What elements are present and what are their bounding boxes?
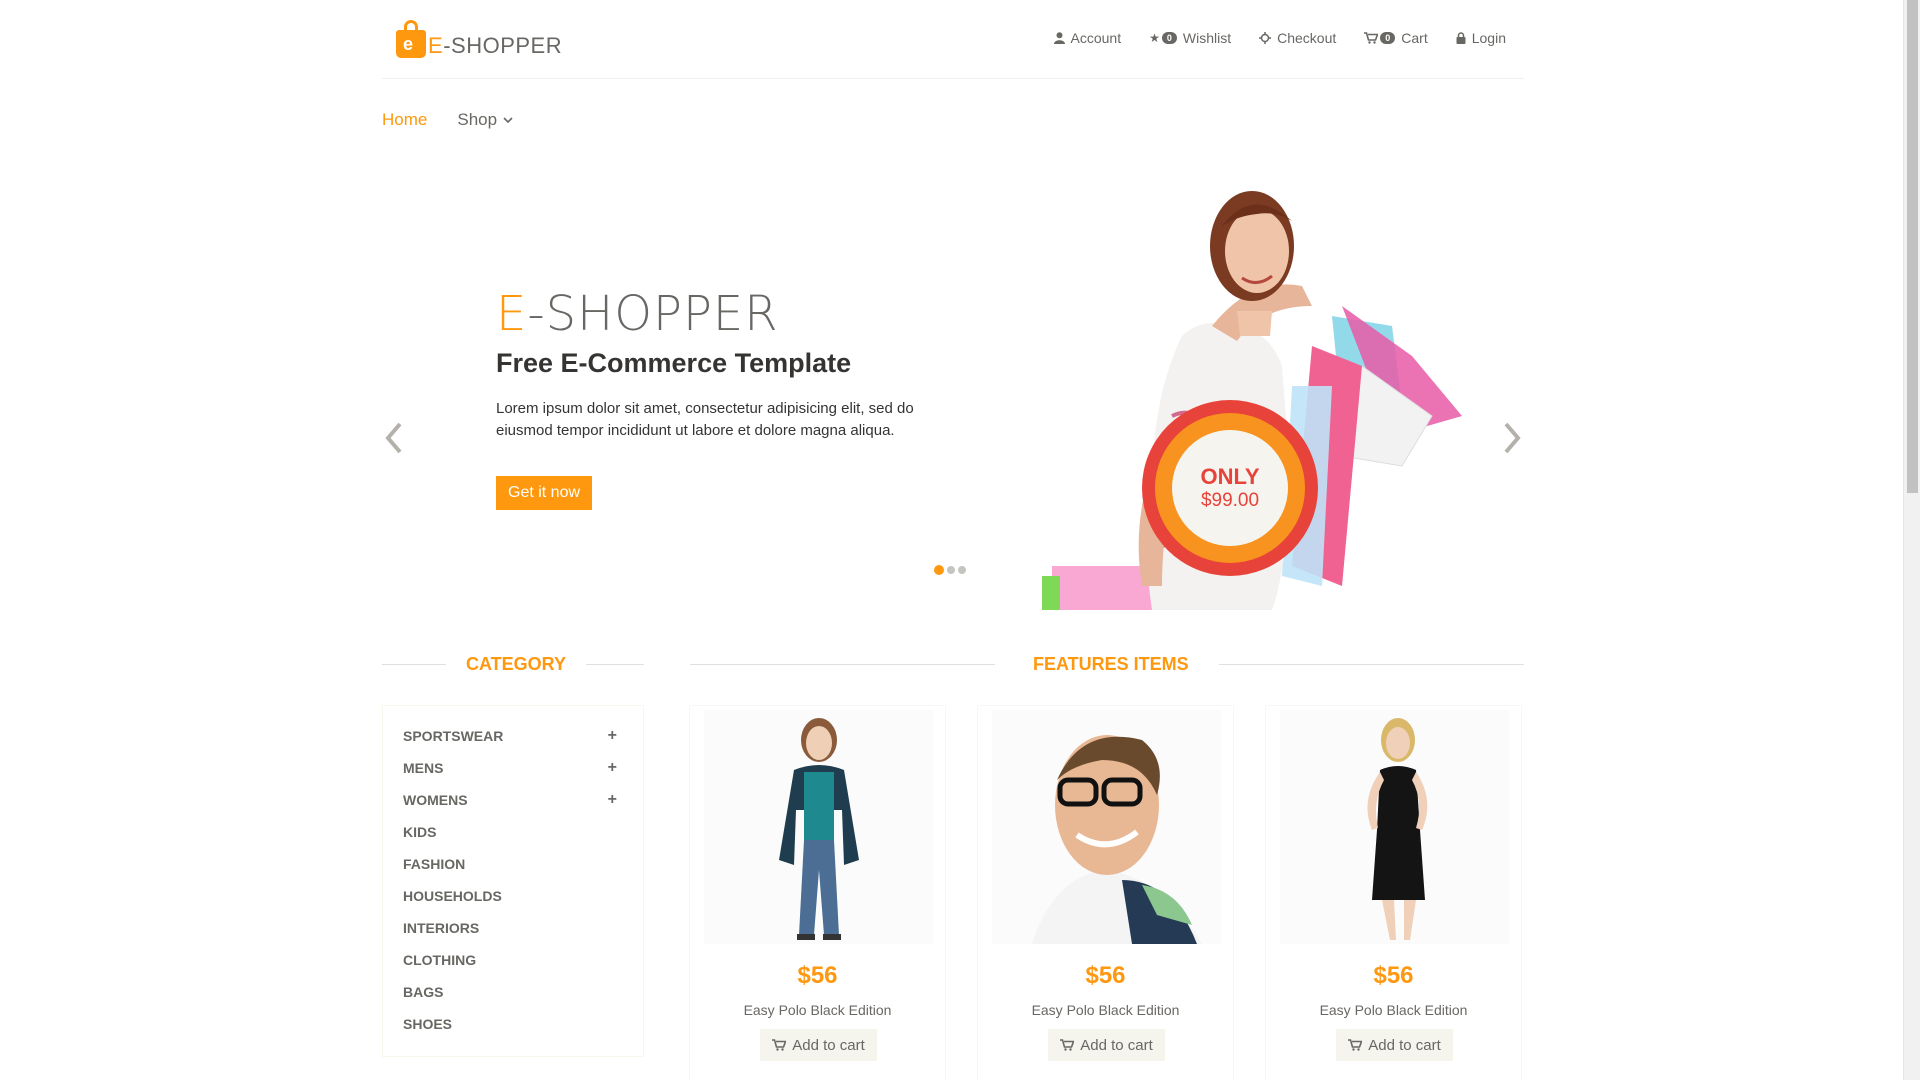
category-label: SPORTSWEAR <box>403 728 504 744</box>
category-label: HOUSEHOLDS <box>403 888 502 904</box>
account-label: Account <box>1070 30 1122 46</box>
badge-only-text: ONLY <box>1200 464 1260 489</box>
plus-icon[interactable]: + <box>608 791 617 809</box>
slide-title: E-SHOPPER <box>496 286 779 342</box>
product-price: $56 <box>1373 962 1414 989</box>
account-link[interactable]: Account <box>1053 30 1122 46</box>
cart-icon <box>1364 32 1379 44</box>
slider-dots <box>934 565 966 575</box>
features-title: FEATURES ITEMS <box>1033 654 1189 674</box>
checkout-link[interactable]: Checkout <box>1259 30 1336 46</box>
category-heading: CATEGORY <box>382 654 644 675</box>
chevron-down-icon <box>503 116 513 123</box>
add-to-cart-button[interactable]: Add to cart <box>1336 1029 1453 1061</box>
category-title: CATEGORY <box>466 654 567 674</box>
checkout-label: Checkout <box>1277 30 1337 46</box>
features-heading: FEATURES ITEMS <box>690 654 1524 675</box>
woman-cardigan-photo <box>779 718 859 940</box>
shopping-bag-logo-icon: e <box>396 20 426 58</box>
slide-subtitle: Free E-Commerce Template <box>496 348 852 378</box>
cart-icon <box>1060 1039 1075 1051</box>
product-card: $56 Easy Polo Black Edition Add to cart <box>1265 705 1522 1080</box>
product-image[interactable] <box>1280 710 1509 944</box>
category-label: KIDS <box>403 824 437 840</box>
logo-text: E-SHOPPER <box>428 33 563 58</box>
get-it-now-button[interactable]: Get it now <box>496 476 593 510</box>
badge-price-text: $99.00 <box>1200 490 1260 511</box>
nav-shop-label: Shop <box>457 110 498 129</box>
cart-icon <box>1348 1039 1363 1051</box>
cart-count-badge: 0 <box>1380 32 1396 44</box>
product-price: $56 <box>797 962 838 989</box>
price-badge: ONLY $99.00 <box>1142 400 1318 576</box>
woman-black-dress-photo <box>1367 718 1428 940</box>
hero-slider: E-SHOPPER Free E-Commerce Template Lorem… <box>382 160 1524 610</box>
category-item-bags[interactable]: BAGS <box>383 976 643 1008</box>
man-glasses-photo <box>1032 735 1202 944</box>
add-to-cart-button[interactable]: Add to cart <box>1048 1029 1165 1061</box>
chevron-right-icon <box>1504 422 1521 454</box>
category-label: MENS <box>403 760 444 776</box>
star-icon: ★ <box>1149 31 1160 45</box>
category-label: BAGS <box>403 984 444 1000</box>
category-item-mens[interactable]: MENS + <box>383 752 643 784</box>
wishlist-link[interactable]: ★ 0 Wishlist <box>1149 30 1231 46</box>
add-to-cart-label: Add to cart <box>792 1036 865 1054</box>
slide-description: Lorem ipsum dolor sit amet, consectetur … <box>496 400 914 439</box>
cart-icon <box>772 1039 787 1051</box>
user-icon <box>1053 32 1065 44</box>
category-item-kids[interactable]: KIDS <box>383 816 643 848</box>
category-item-sportswear[interactable]: SPORTSWEAR + <box>383 720 643 752</box>
product-image[interactable] <box>704 710 933 944</box>
category-item-fashion[interactable]: FASHION <box>383 848 643 880</box>
add-to-cart-button[interactable]: Add to cart <box>760 1029 877 1061</box>
product-card: $56 Easy Polo Black Edition Add to cart <box>689 705 946 1080</box>
header: e E-SHOPPER Account ★ 0 Wishlist Checkou… <box>382 0 1524 79</box>
crosshairs-icon <box>1259 32 1272 44</box>
category-item-interiors[interactable]: INTERIORS <box>383 912 643 944</box>
product-name: Easy Polo Black Edition <box>743 1002 892 1018</box>
lock-icon <box>1456 32 1466 44</box>
nav-home[interactable]: Home <box>382 110 427 130</box>
scrollbar-thumb[interactable] <box>1907 0 1918 493</box>
category-item-womens[interactable]: WOMENS + <box>383 784 643 816</box>
account-menu: Account ★ 0 Wishlist Checkout 0 Cart Log… <box>1053 30 1506 46</box>
main-nav: Home Shop <box>382 110 513 130</box>
slider-dot-3[interactable] <box>958 566 966 574</box>
add-to-cart-label: Add to cart <box>1080 1036 1153 1054</box>
product-card: $56 Easy Polo Black Edition Add to cart <box>977 705 1234 1080</box>
login-label: Login <box>1471 30 1506 46</box>
wishlist-count-badge: 0 <box>1161 32 1177 44</box>
category-panel: SPORTSWEAR + MENS + WOMENS + KIDS FASHION H… <box>382 705 644 1057</box>
product-grid: $56 Easy Polo Black Edition Add to cart <box>689 705 1522 1080</box>
slider-dot-1[interactable] <box>934 565 944 575</box>
cart-label: Cart <box>1401 30 1428 46</box>
category-label: WOMENS <box>403 792 468 808</box>
category-item-shoes[interactable]: SHOES <box>383 1008 643 1040</box>
category-label: INTERIORS <box>403 920 480 936</box>
slider-dot-2[interactable] <box>947 566 955 574</box>
category-item-households[interactable]: HOUSEHOLDS <box>383 880 643 912</box>
category-item-clothing[interactable]: CLOTHING <box>383 944 643 976</box>
page-container: e E-SHOPPER Account ★ 0 Wishlist Checkou… <box>382 0 1524 1080</box>
category-label: FASHION <box>403 856 466 872</box>
category-label: SHOES <box>403 1016 453 1032</box>
product-name: Easy Polo Black Edition <box>1031 1002 1180 1018</box>
nav-shop[interactable]: Shop <box>457 110 513 130</box>
plus-icon[interactable]: + <box>608 727 617 745</box>
login-link[interactable]: Login <box>1456 30 1506 46</box>
slider-prev-arrow[interactable] <box>382 418 406 458</box>
category-label: CLOTHING <box>403 952 477 968</box>
vertical-scrollbar[interactable] <box>1903 0 1920 1080</box>
chevron-left-icon <box>385 422 402 454</box>
product-price: $56 <box>1085 962 1126 989</box>
add-to-cart-label: Add to cart <box>1368 1036 1441 1054</box>
wishlist-label: Wishlist <box>1182 30 1232 46</box>
logo[interactable]: e E-SHOPPER <box>396 20 562 58</box>
plus-icon[interactable]: + <box>608 759 617 777</box>
slider-next-arrow[interactable] <box>1500 418 1524 458</box>
cart-link[interactable]: 0 Cart <box>1364 30 1428 46</box>
product-name: Easy Polo Black Edition <box>1319 1002 1468 1018</box>
product-image[interactable] <box>992 710 1221 944</box>
